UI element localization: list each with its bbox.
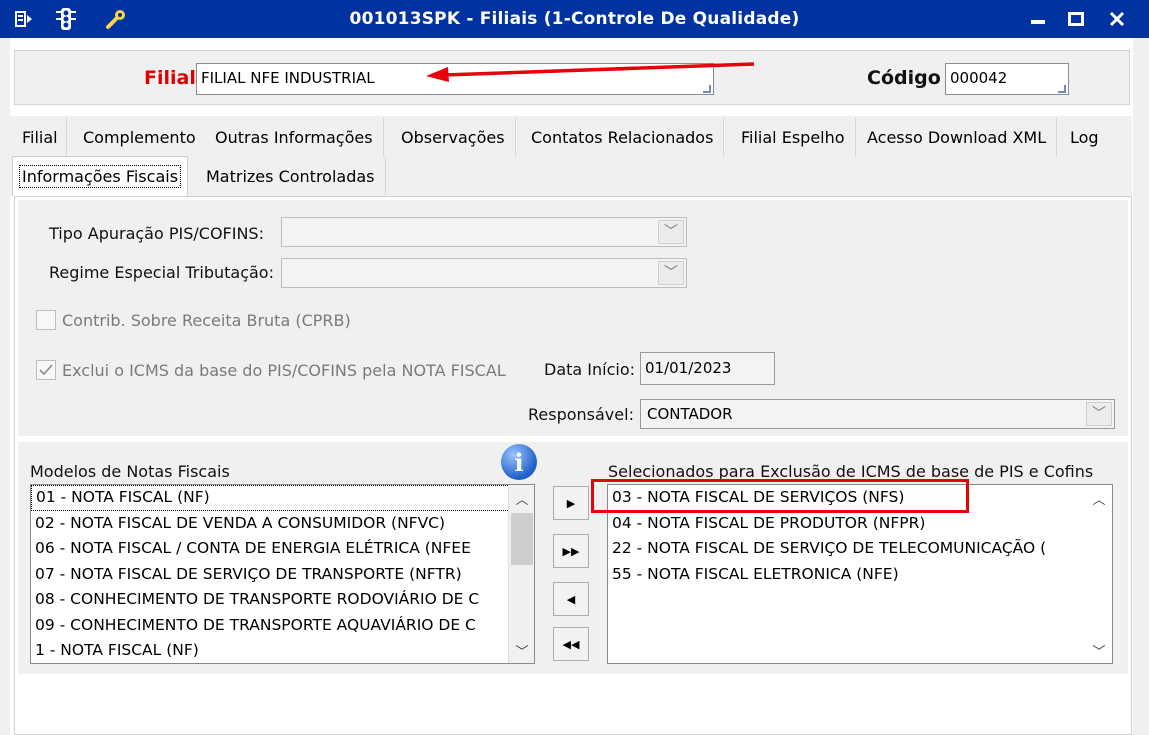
- remove-all-button[interactable]: ◀◀: [553, 627, 589, 661]
- window-frame-right: [1133, 38, 1149, 735]
- list-item[interactable]: 01 - NOTA FISCAL (NF): [31, 485, 534, 511]
- list-item[interactable]: 02 - NOTA FISCAL DE VENDA A CONSUMIDOR (…: [31, 511, 534, 537]
- list-item[interactable]: 06 - NOTA FISCAL / CONTA DE ENERGIA ELÉT…: [31, 536, 534, 562]
- tab-filial[interactable]: Filial: [14, 118, 67, 156]
- tab-acesso-download-xml[interactable]: Acesso Download XML: [857, 118, 1058, 156]
- selecionados-scrollbar[interactable]: ︿ ﹀: [1086, 485, 1112, 663]
- list-item[interactable]: 22 - NOTA FISCAL DE SERVIÇO DE TELECOMUN…: [608, 536, 1112, 562]
- chevron-up-icon[interactable]: ︿: [1086, 485, 1112, 511]
- responsavel-label: Responsável:: [528, 405, 634, 424]
- window-frame-left: [0, 38, 10, 735]
- close-button[interactable]: [1103, 6, 1131, 32]
- chevron-down-icon[interactable]: ﹀: [658, 220, 684, 244]
- chevron-down-icon[interactable]: ﹀: [509, 637, 534, 663]
- remove-button[interactable]: ◀: [553, 582, 589, 616]
- filial-value: FILIAL NFE INDUSTRIAL: [201, 69, 375, 87]
- checkmark-icon: [39, 364, 53, 376]
- chevron-down-icon[interactable]: ﹀: [1086, 402, 1112, 426]
- responsavel-select[interactable]: CONTADOR ﹀: [640, 399, 1115, 429]
- codigo-field[interactable]: 000042: [945, 63, 1069, 95]
- list-item[interactable]: 04 - NOTA FISCAL DE PRODUTOR (NFPR): [608, 511, 1112, 537]
- tipo-apuracao-select[interactable]: ﹀: [281, 217, 687, 247]
- lookup-icon[interactable]: [1058, 85, 1066, 93]
- data-inicio-label: Data Início:: [544, 360, 636, 379]
- tab-filial-espelho[interactable]: Filial Espelho: [731, 118, 856, 156]
- modelos-list[interactable]: 01 - NOTA FISCAL (NF) 02 - NOTA FISCAL D…: [30, 484, 535, 664]
- tab-outras-informacoes[interactable]: Outras Informações: [205, 118, 384, 156]
- tab-observacoes[interactable]: Observações: [391, 118, 516, 156]
- add-button[interactable]: ▶: [553, 486, 589, 520]
- codigo-value: 000042: [950, 69, 1008, 87]
- tab-log[interactable]: Log: [1060, 118, 1109, 156]
- info-icon[interactable]: i: [501, 444, 537, 480]
- chevron-down-icon[interactable]: ﹀: [658, 261, 684, 285]
- lookup-icon[interactable]: [703, 85, 711, 93]
- modelos-scrollbar[interactable]: ︿ ﹀: [508, 485, 534, 663]
- list-item[interactable]: 09 - CONHECIMENTO DE TRANSPORTE AQUAVIÁR…: [31, 613, 534, 639]
- list-item[interactable]: 08 - CONHECIMENTO DE TRANSPORTE RODOVIÁR…: [31, 587, 534, 613]
- tab-matrizes-controladas[interactable]: Matrizes Controladas: [196, 157, 386, 195]
- list-item[interactable]: 55 - NOTA FISCAL ELETRONICA (NFE): [608, 562, 1112, 588]
- exclui-icms-label: Exclui o ICMS da base do PIS/COFINS pela…: [62, 361, 506, 380]
- annotation-arrow: [426, 62, 755, 82]
- exclui-icms-checkbox[interactable]: [36, 360, 56, 380]
- cprb-label: Contrib. Sobre Receita Bruta (CPRB): [62, 311, 351, 330]
- list-item[interactable]: 1 - NOTA FISCAL (NF): [31, 638, 534, 663]
- tab-contatos-relacionados[interactable]: Contatos Relacionados: [521, 118, 725, 156]
- list-item[interactable]: 07 - NOTA FISCAL DE SERVIÇO DE TRANSPORT…: [31, 562, 534, 588]
- codigo-label: Código: [867, 67, 941, 89]
- regime-especial-label: Regime Especial Tributação:: [49, 263, 274, 282]
- cprb-checkbox[interactable]: [36, 310, 56, 330]
- title-bar: 001013SPK - Filiais (1-Controle De Quali…: [0, 0, 1149, 38]
- annotation-highlight-box: [591, 479, 969, 513]
- tab-complemento[interactable]: Complemento: [73, 118, 207, 156]
- tipo-apuracao-label: Tipo Apuração PIS/COFINS:: [49, 224, 264, 243]
- tab-strip: Filial Complemento Outras Informações Ob…: [10, 116, 1132, 196]
- maximize-button[interactable]: [1062, 6, 1090, 32]
- tab-informacoes-fiscais[interactable]: Informações Fiscais: [12, 156, 189, 196]
- scrollbar-thumb[interactable]: [511, 513, 533, 565]
- modelos-label: Modelos de Notas Fiscais: [30, 462, 230, 481]
- chevron-down-icon[interactable]: ﹀: [1086, 637, 1112, 663]
- filial-label: Filial: [144, 67, 196, 89]
- chevron-up-icon[interactable]: ︿: [509, 485, 534, 511]
- window-title: 001013SPK - Filiais (1-Controle De Quali…: [349, 9, 800, 29]
- data-inicio-field[interactable]: 01/01/2023: [640, 352, 775, 385]
- regime-especial-select[interactable]: ﹀: [281, 258, 687, 288]
- add-all-button[interactable]: ▶▶: [553, 534, 589, 568]
- minimize-button[interactable]: [1024, 6, 1052, 32]
